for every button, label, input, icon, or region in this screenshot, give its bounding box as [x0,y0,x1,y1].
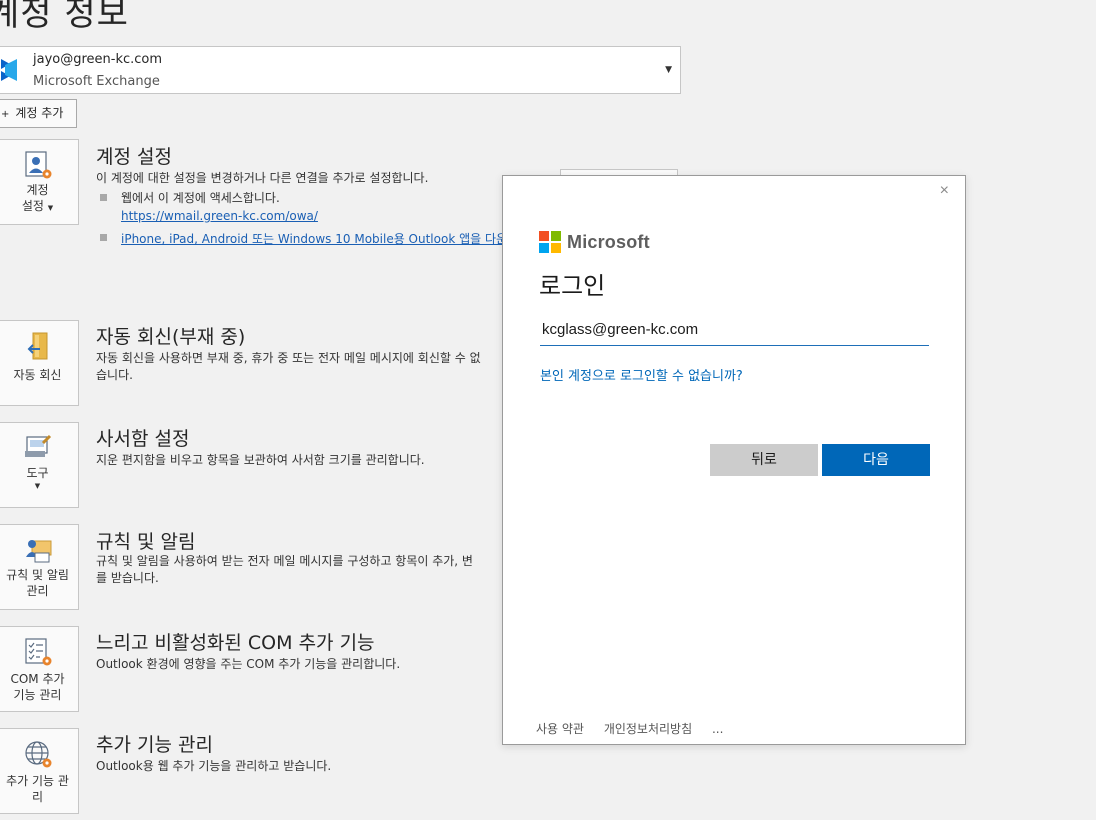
more-options-icon[interactable]: ... [712,722,723,736]
owa-link[interactable]: https://wmail.green-kc.com/owa/ [121,209,318,223]
com-addins-title: 느리고 비활성화된 COM 추가 기능 [96,632,375,654]
com-addins-button[interactable]: COM 추가 기능 관리 [0,626,79,712]
brand-name: Microsoft [567,231,650,252]
exchange-icon [1,59,17,81]
bullet-icon [100,194,107,201]
tile-label: 계정 [26,183,49,197]
tile-label: COM 추가 [10,672,65,686]
mailbox-tools-icon [24,434,51,457]
mobile-app-link[interactable]: iPhone, iPad, Android 또는 Windows 10 Mobi… [121,230,502,247]
account-settings-desc: 이 계정에 대한 설정을 변경하거나 다른 연결을 추가로 설정합니다. [96,171,429,185]
tile-label: 관리 [26,584,49,598]
microsoft-logo: Microsoft [539,231,650,253]
rules-alerts-icon [25,540,51,563]
plus-icon: + [1,109,10,120]
rules-title: 규칙 및 알림 [96,531,196,553]
tools-button[interactable]: 도구 ▼ [0,422,79,508]
next-button[interactable]: 다음 [822,444,930,476]
manage-addins-button[interactable]: 추가 기능 관 리 [0,728,79,814]
tile-label: 리 [31,790,44,804]
terms-link[interactable]: 사용 약관 [536,722,584,736]
tile-label: 도구 [26,466,49,480]
account-type: Microsoft Exchange [33,74,160,89]
mailbox-desc: 지운 편지함을 비우고 항목을 보관하여 사서함 크기를 관리합니다. [96,453,425,467]
account-settings-icon [24,151,51,179]
tile-label: 설정 ▼ [21,199,54,213]
caret-down-icon: ▼ [47,204,54,212]
auto-reply-desc-1: 자동 회신을 사용하면 부재 중, 휴가 중 또는 전자 메일 메시지에 회신할… [96,351,481,365]
close-icon[interactable]: × [940,182,949,200]
dialog-footer: 사용 약관 개인정보처리방침 ... [536,720,739,737]
com-addins-desc: Outlook 환경에 영향을 주는 COM 추가 기능을 관리합니다. [96,657,401,671]
com-addins-icon [24,638,51,666]
auto-reply-icon [27,332,47,360]
add-account-label: 계정 추가 [15,106,64,120]
tile-label: 기능 관리 [13,688,62,702]
tile-label: 규칙 및 알림 [6,568,69,582]
account-settings-button[interactable]: 계정 설정 ▼ [0,139,79,225]
account-settings-title: 계정 설정 [96,146,172,168]
sign-in-dialog: × Microsoft 로그인 본인 계정으로 로그인할 수 없습니까? 뒤로 … [502,175,966,745]
rules-desc-2: 를 받습니다. [96,571,159,585]
account-selector[interactable]: jayo@green-kc.com Microsoft Exchange ▼ [0,46,681,94]
bullet-icon [100,234,107,241]
privacy-link[interactable]: 개인정보처리방침 [604,722,692,736]
globe-icon [24,741,51,768]
page-title: 계정 정보 [0,0,129,34]
cant-access-link[interactable]: 본인 계정으로 로그인할 수 없습니까? [540,365,743,384]
rules-desc-1: 규칙 및 알림을 사용하여 받는 전자 메일 메시지를 구성하고 항목이 추가,… [96,554,473,568]
email-field[interactable] [540,314,929,346]
tile-label: 추가 기능 관 [6,774,69,788]
caret-down-icon[interactable]: ▼ [665,65,672,75]
auto-reply-title: 자동 회신(부재 중) [96,326,246,348]
microsoft-logo-icon [539,231,561,253]
rules-alerts-button[interactable]: 규칙 및 알림 관리 [0,524,79,610]
account-email: jayo@green-kc.com [33,52,163,67]
back-button[interactable]: 뒤로 [710,444,818,476]
caret-down-icon: ▼ [34,482,41,490]
bullet-text: 웹에서 이 계정에 액세스합니다. [121,191,280,205]
auto-reply-button[interactable]: 자동 회신 [0,320,79,406]
auto-reply-desc-2: 습니다. [96,368,133,382]
tile-label: 자동 회신 [13,368,62,382]
addins-title: 추가 기능 관리 [96,734,213,756]
dialog-heading: 로그인 [539,272,606,300]
mailbox-title: 사서함 설정 [96,428,190,450]
add-account-button[interactable]: + 계정 추가 [0,99,77,128]
addins-desc: Outlook용 웹 추가 기능을 관리하고 받습니다. [96,759,332,773]
